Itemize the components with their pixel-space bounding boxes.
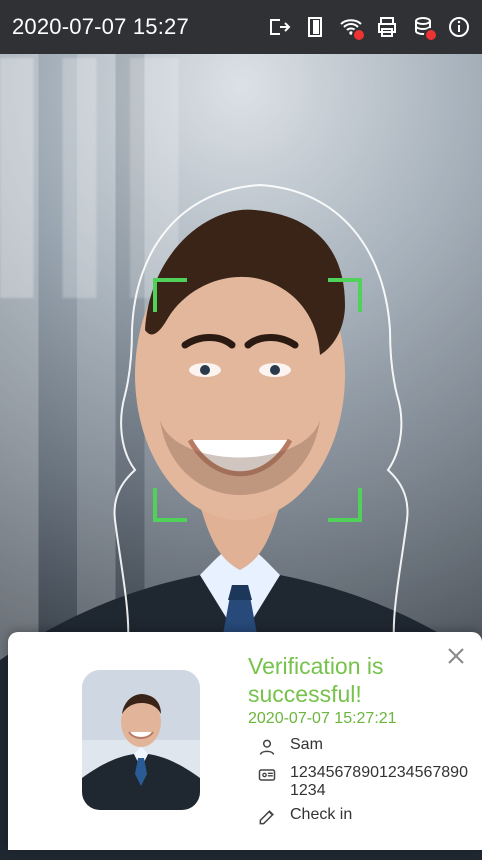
verification-timestamp: 2020-07-07 15:27:21: [248, 710, 397, 727]
attendance-verification-screen: 2020-07-07 15:27 Verification is success…: [0, 0, 482, 860]
user-id: 12345678901234567890 1234: [290, 764, 468, 799]
status-icons: [266, 14, 472, 42]
attendance-action: Check in: [290, 806, 353, 823]
error-badge: [424, 28, 438, 42]
database-error-icon: [410, 14, 438, 42]
error-badge: [352, 28, 366, 42]
id-card-icon: [256, 764, 278, 786]
verification-result-card: Verification is successful! 2020-07-07 1…: [8, 632, 482, 850]
status-datetime: 2020-07-07 15:27: [12, 14, 189, 39]
user-id-row: 12345678901234567890 1234: [256, 764, 480, 800]
edit-icon: [256, 806, 278, 828]
info-icon[interactable]: [446, 14, 472, 40]
wifi-error-icon: [338, 14, 366, 42]
person-icon: [256, 736, 278, 758]
verification-status-title: Verification is successful!: [248, 653, 384, 707]
user-name-row: Sam: [256, 736, 323, 758]
door-icon: [302, 14, 328, 40]
user-photo: [82, 670, 200, 810]
action-row: Check in: [256, 806, 352, 828]
status-bar: 2020-07-07 15:27: [0, 0, 482, 54]
exit-icon: [266, 14, 292, 40]
user-name: Sam: [290, 736, 323, 753]
printer-icon: [374, 14, 400, 40]
